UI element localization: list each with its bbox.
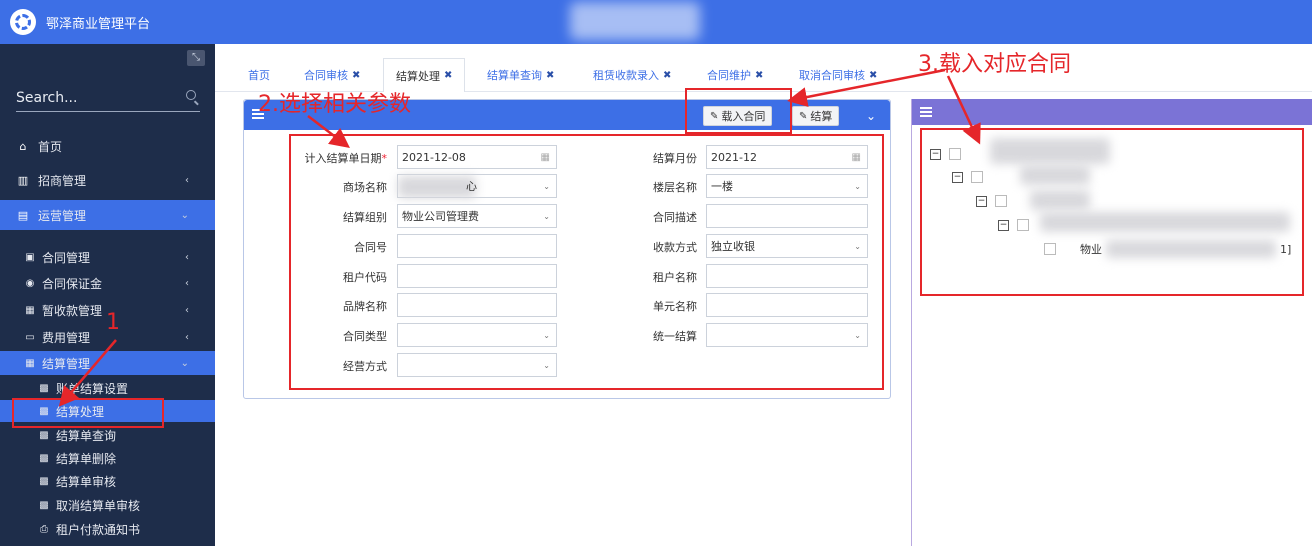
annotation-arrows xyxy=(58,68,981,407)
